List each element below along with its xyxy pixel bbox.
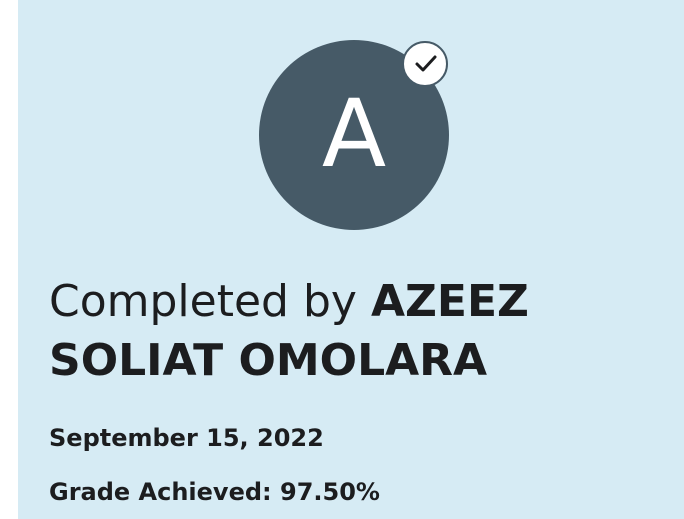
checkmark-icon (415, 55, 437, 72)
grade-achieved: Grade Achieved: 97.50% (49, 478, 380, 506)
certificate-card: A Completed by AZEEZ SOLIAT OMOLARA Sept… (18, 0, 684, 519)
completion-statement: Completed by AZEEZ SOLIAT OMOLARA (49, 272, 649, 390)
completed-by-label: Completed by (49, 276, 357, 327)
completion-badge (402, 41, 448, 87)
completion-date: September 15, 2022 (49, 424, 324, 452)
